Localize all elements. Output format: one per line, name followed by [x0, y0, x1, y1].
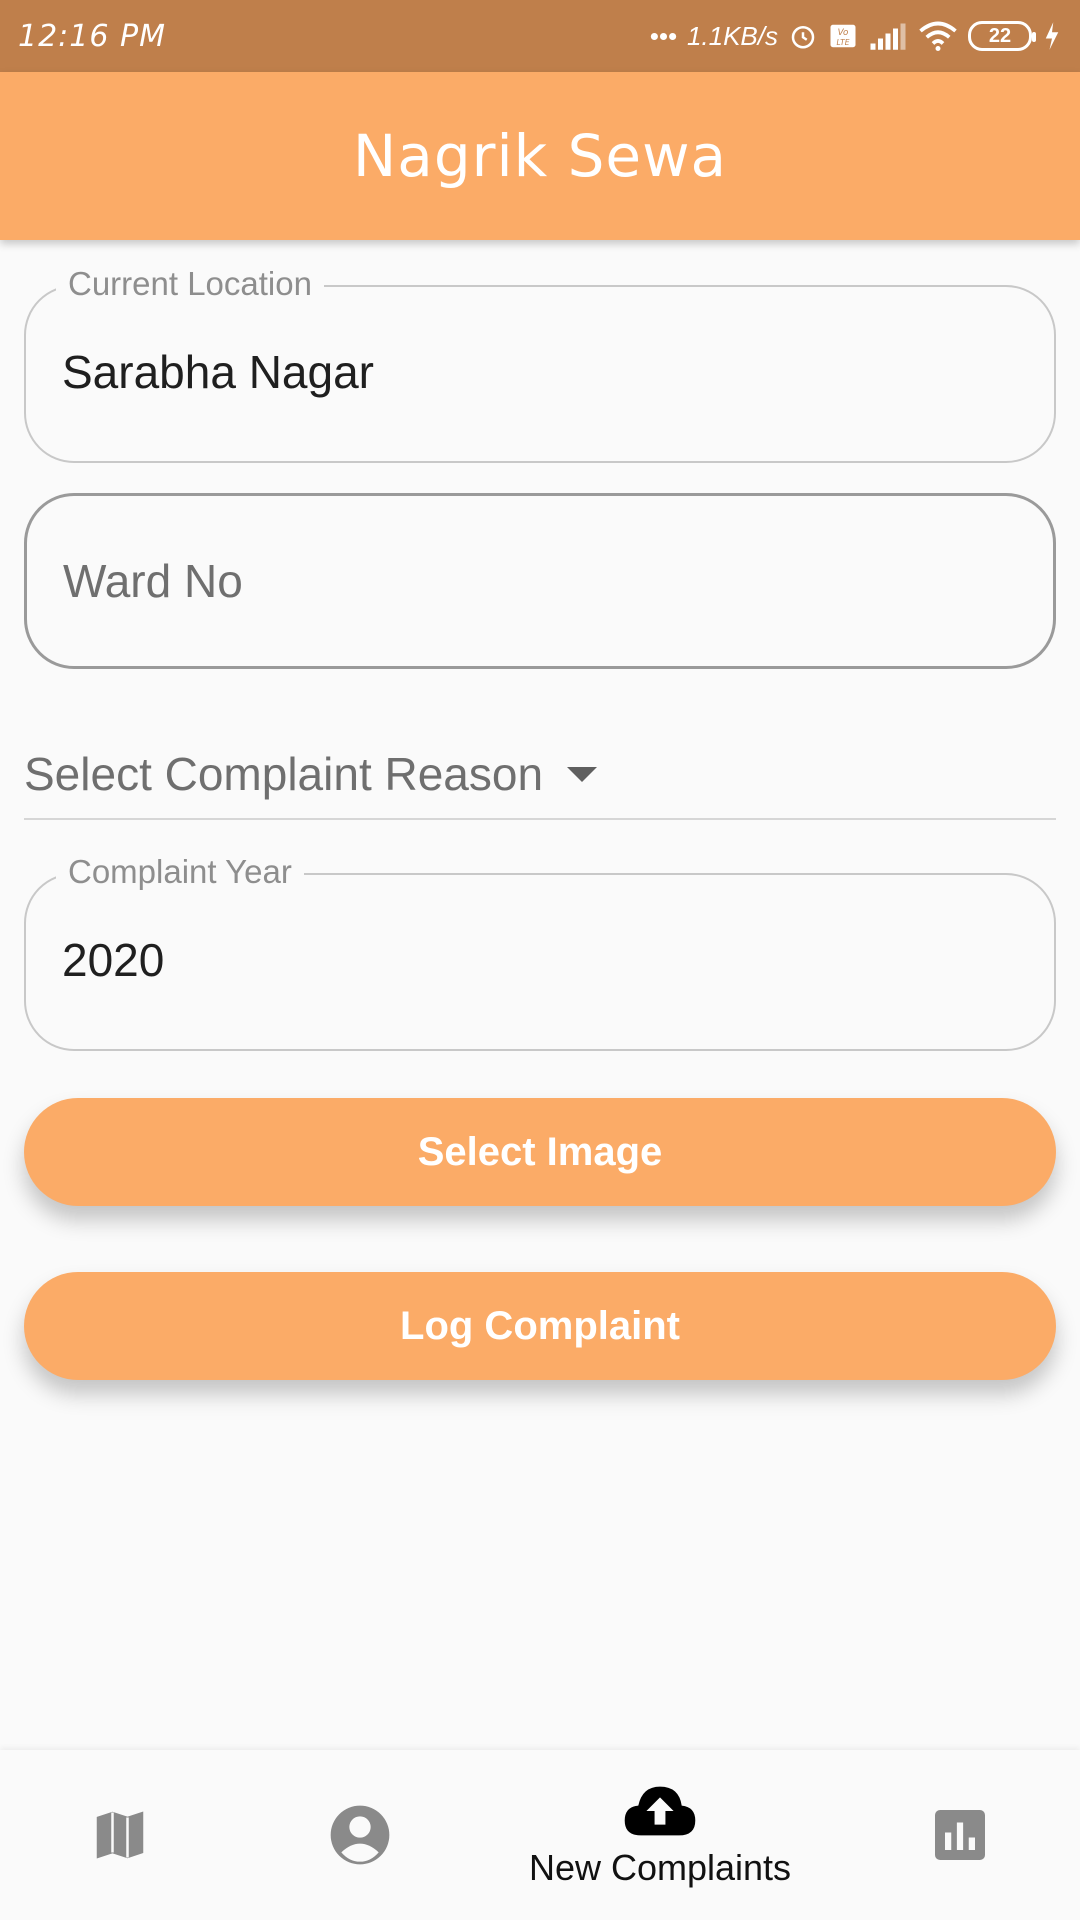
wifi-icon — [919, 21, 957, 51]
current-location-field[interactable]: Current Location Sarabha Nagar — [24, 265, 1056, 463]
account-icon — [330, 1805, 390, 1865]
map-icon — [96, 1811, 144, 1859]
status-bar: 12:16 PM ••• 1.1KB/s Vo LTE 22 — [0, 0, 1080, 72]
app-bar: Nagrik Sewa — [0, 72, 1080, 240]
status-icons: ••• 1.1KB/s Vo LTE 22 — [650, 21, 1062, 52]
bar-chart-icon — [935, 1810, 985, 1860]
nav-label-new-complaints: New Complaints — [528, 1847, 792, 1888]
svg-text:Vo: Vo — [838, 28, 849, 38]
signal-icon — [870, 23, 906, 50]
volte-icon: Vo LTE — [830, 24, 856, 48]
complaint-year-label: Complaint Year — [56, 853, 304, 891]
ward-no-placeholder: Ward No — [63, 555, 243, 607]
complaint-reason-dropdown[interactable]: Select Complaint Reason — [24, 730, 1056, 820]
cloud-upload-icon — [624, 1786, 696, 1836]
bottom-nav: New Complaints — [0, 1750, 1080, 1920]
app-title: Nagrik Sewa — [352, 122, 728, 190]
current-location-value: Sarabha Nagar — [62, 346, 374, 398]
complaint-reason-placeholder: Select Complaint Reason — [24, 748, 544, 800]
charging-icon — [1045, 22, 1059, 50]
current-location-label: Current Location — [56, 265, 324, 303]
complaint-year-field[interactable]: Complaint Year 2020 — [24, 853, 1056, 1051]
nav-item-map[interactable] — [60, 1750, 180, 1920]
alarm-icon — [791, 26, 815, 49]
nav-item-new-complaints[interactable]: New Complaints — [500, 1750, 820, 1920]
status-time: 12:16 PM — [18, 18, 166, 54]
dropdown-arrow-icon — [567, 766, 598, 782]
complaint-year-value: 2020 — [62, 934, 165, 986]
network-speed: 1.1KB/s — [686, 20, 778, 51]
nav-item-profile[interactable] — [300, 1750, 420, 1920]
battery-icon: 22 — [968, 21, 1036, 51]
svg-text:LTE: LTE — [837, 38, 850, 47]
ward-no-field[interactable]: Ward No — [24, 493, 1056, 669]
select-image-button[interactable]: Select Image — [24, 1098, 1056, 1206]
dots-icon: ••• — [649, 20, 677, 51]
log-complaint-button[interactable]: Log Complaint — [24, 1272, 1056, 1380]
nav-item-stats[interactable] — [900, 1750, 1020, 1920]
